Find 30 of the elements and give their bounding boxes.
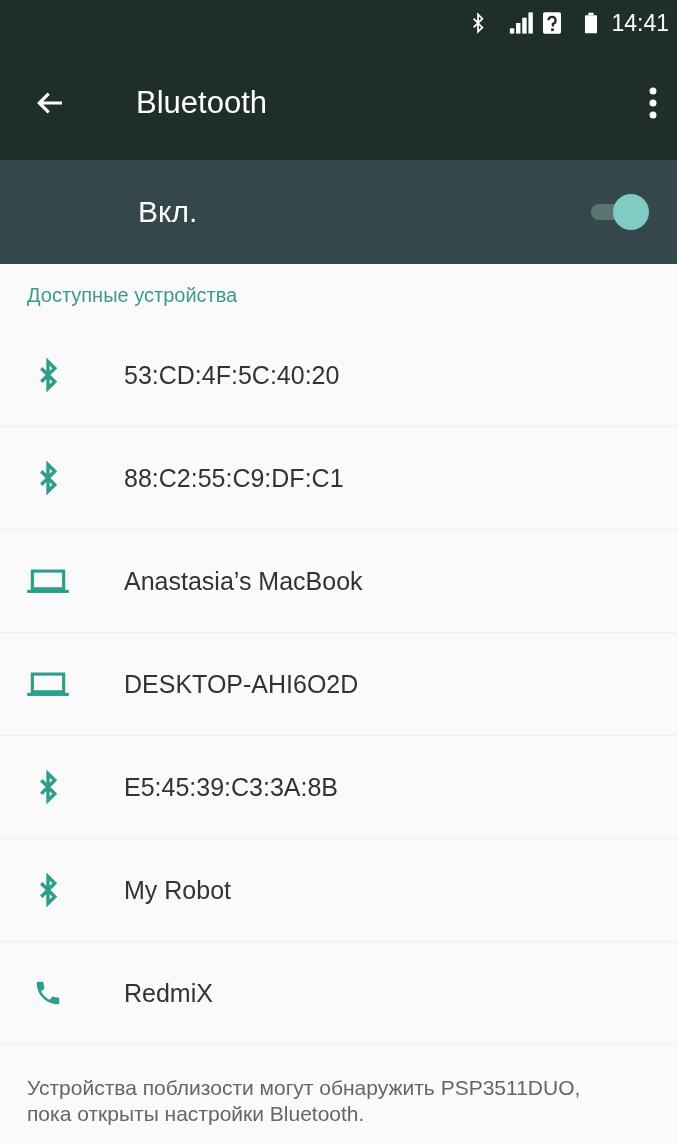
device-item[interactable]: E5:45:39:C3:3A:8B (0, 736, 677, 839)
window-title: Bluetooth (136, 85, 268, 121)
laptop-icon (27, 568, 69, 594)
bluetooth-icon (39, 358, 57, 392)
battery-icon (585, 12, 598, 34)
section-header: Доступные устройства (26, 284, 239, 308)
footer-text: Устройства поблизости могут обнаружить PSP3511DUO, пока открыты настройки Bluetooth. (26, 1075, 582, 1128)
device-item[interactable]: DESKTOP-AHI6O2D (0, 633, 677, 736)
device-item[interactable]: 88:C2:55:C9:DF:C1 (0, 427, 677, 530)
bluetooth-icon (471, 12, 486, 34)
device-name: 88:C2:55:C9:DF:C1 (124, 463, 344, 493)
more-icon (649, 87, 657, 119)
laptop-icon (27, 671, 69, 697)
device-name: 53:CD:4F:5C:40:20 (124, 360, 340, 390)
device-item[interactable]: My Robot (0, 839, 677, 942)
device-item[interactable]: 53:CD:4F:5C:40:20 (0, 324, 677, 427)
sim-icon (543, 12, 562, 34)
device-name: DESKTOP-AHI6O2D (124, 669, 359, 699)
device-item[interactable]: Anastasia’s MacBook (0, 530, 677, 633)
device-name: Anastasia’s MacBook (124, 566, 363, 596)
device-name: RedmiX (124, 978, 213, 1008)
device-item[interactable]: RedmiX (0, 942, 677, 1045)
bluetooth-icon (39, 770, 57, 804)
switch-label: Вкл. (138, 195, 199, 229)
status-time: 14:41 (611, 9, 669, 37)
device-name: E5:45:39:C3:3A:8B (124, 772, 339, 802)
menu-button[interactable] (649, 87, 657, 119)
device-name: My Robot (124, 875, 231, 905)
bluetooth-icon (39, 873, 57, 907)
bluetooth-icon (39, 461, 57, 495)
